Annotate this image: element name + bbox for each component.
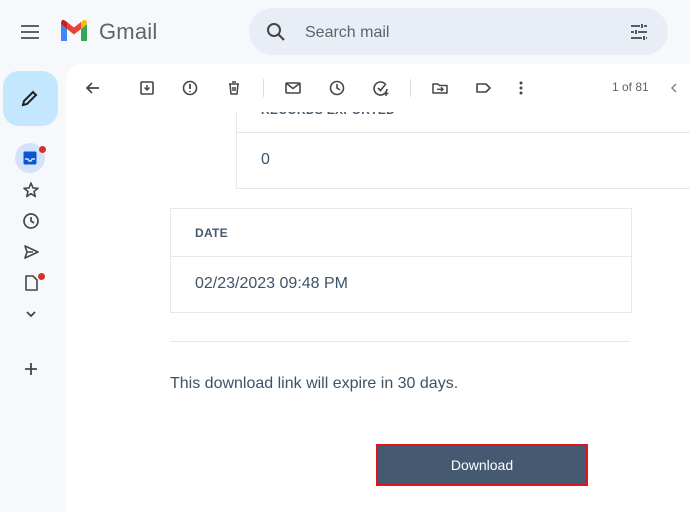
app-brand[interactable]: Gmail xyxy=(99,19,157,45)
new-label-button[interactable] xyxy=(19,357,43,381)
section-divider xyxy=(170,341,630,342)
clock-icon xyxy=(23,213,39,229)
top-bar: Gmail xyxy=(0,0,690,64)
compose-button[interactable] xyxy=(3,71,58,126)
toolbar-separator xyxy=(410,79,411,97)
date-box: DATE 02/23/2023 09:48 PM xyxy=(170,208,632,313)
delete-button[interactable] xyxy=(222,76,246,100)
records-exported-value: 0 xyxy=(261,151,270,168)
add-task-button[interactable] xyxy=(369,76,393,100)
inbox-badge xyxy=(39,146,46,153)
delete-icon xyxy=(229,81,239,95)
mark-unread-icon xyxy=(285,82,301,94)
menu-icon[interactable] xyxy=(18,20,42,44)
nav-more[interactable] xyxy=(19,302,43,326)
nav-starred[interactable] xyxy=(19,178,43,202)
search-bar[interactable] xyxy=(249,8,668,55)
nav-snoozed[interactable] xyxy=(19,209,43,233)
field-divider xyxy=(171,256,631,257)
archive-icon xyxy=(140,81,154,95)
move-to-button[interactable] xyxy=(428,76,452,100)
more-options-button[interactable] xyxy=(509,76,533,100)
search-options-icon[interactable] xyxy=(628,21,650,43)
snooze-button[interactable] xyxy=(325,76,349,100)
search-input[interactable] xyxy=(303,19,607,47)
nav-sent[interactable] xyxy=(19,240,43,264)
send-icon xyxy=(24,245,39,259)
more-vert-icon xyxy=(519,81,523,95)
download-button[interactable]: Download xyxy=(376,444,588,486)
report-spam-button[interactable] xyxy=(178,76,202,100)
message-toolbar: 1 of 81 xyxy=(66,64,690,112)
star-icon xyxy=(23,182,39,198)
drafts-badge xyxy=(38,273,45,280)
pencil-icon xyxy=(21,90,38,107)
back-button[interactable] xyxy=(81,76,105,100)
date-value: 02/23/2023 09:48 PM xyxy=(195,275,349,292)
label-button[interactable] xyxy=(471,76,495,100)
gmail-logo-icon[interactable] xyxy=(59,19,89,43)
label-icon xyxy=(476,83,491,93)
date-label: DATE xyxy=(195,226,228,240)
chevron-left-icon xyxy=(670,83,677,93)
move-to-icon xyxy=(432,83,448,94)
report-spam-icon xyxy=(182,80,198,96)
plus-icon xyxy=(25,363,37,375)
inbox-icon xyxy=(23,151,37,165)
mark-unread-button[interactable] xyxy=(281,76,305,100)
toolbar-separator xyxy=(263,79,264,97)
search-icon[interactable] xyxy=(265,21,287,43)
back-arrow-icon xyxy=(85,82,99,94)
snooze-icon xyxy=(329,80,345,96)
newer-message-button[interactable] xyxy=(664,76,684,100)
message-pager: 1 of 81 xyxy=(612,80,649,94)
field-divider xyxy=(237,132,690,133)
chevron-down-icon xyxy=(26,311,36,318)
expire-notice: This download link will expire in 30 day… xyxy=(170,375,459,392)
add-task-icon xyxy=(373,81,389,96)
archive-button[interactable] xyxy=(135,76,159,100)
